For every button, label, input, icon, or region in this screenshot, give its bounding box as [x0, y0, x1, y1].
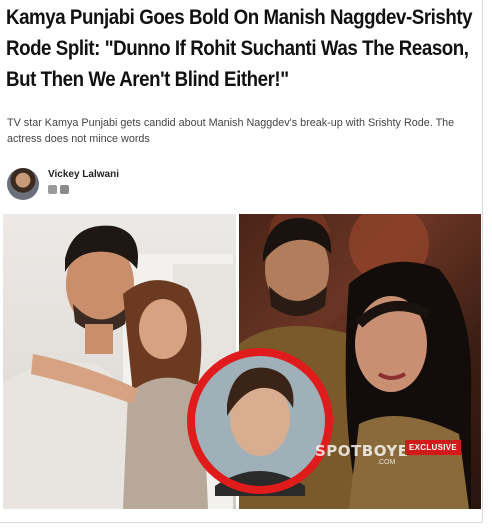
share-icon[interactable] — [48, 185, 57, 194]
share-buttons — [48, 185, 69, 194]
spotboye-watermark: SPOTBOYE — [315, 442, 409, 460]
author-byline: Vickey Lalwani — [7, 168, 307, 204]
article-card: Kamya Punjabi Goes Bold On Manish Naggde… — [0, 0, 483, 523]
author-name[interactable]: Vickey Lalwani — [48, 169, 119, 180]
article-hero-image: SPOTBOYE .COM EXCLUSIVE — [3, 214, 481, 509]
email-icon[interactable] — [60, 185, 69, 194]
article-subheadline: TV star Kamya Punjabi gets candid about … — [7, 117, 455, 145]
author-avatar[interactable] — [7, 168, 39, 200]
inset-portrait-circle — [187, 348, 333, 496]
exclusive-badge: EXCLUSIVE — [405, 440, 462, 455]
article-headline[interactable]: Kamya Punjabi Goes Bold On Manish Naggde… — [6, 2, 476, 95]
spotboye-watermark-sub: .COM — [377, 459, 396, 466]
